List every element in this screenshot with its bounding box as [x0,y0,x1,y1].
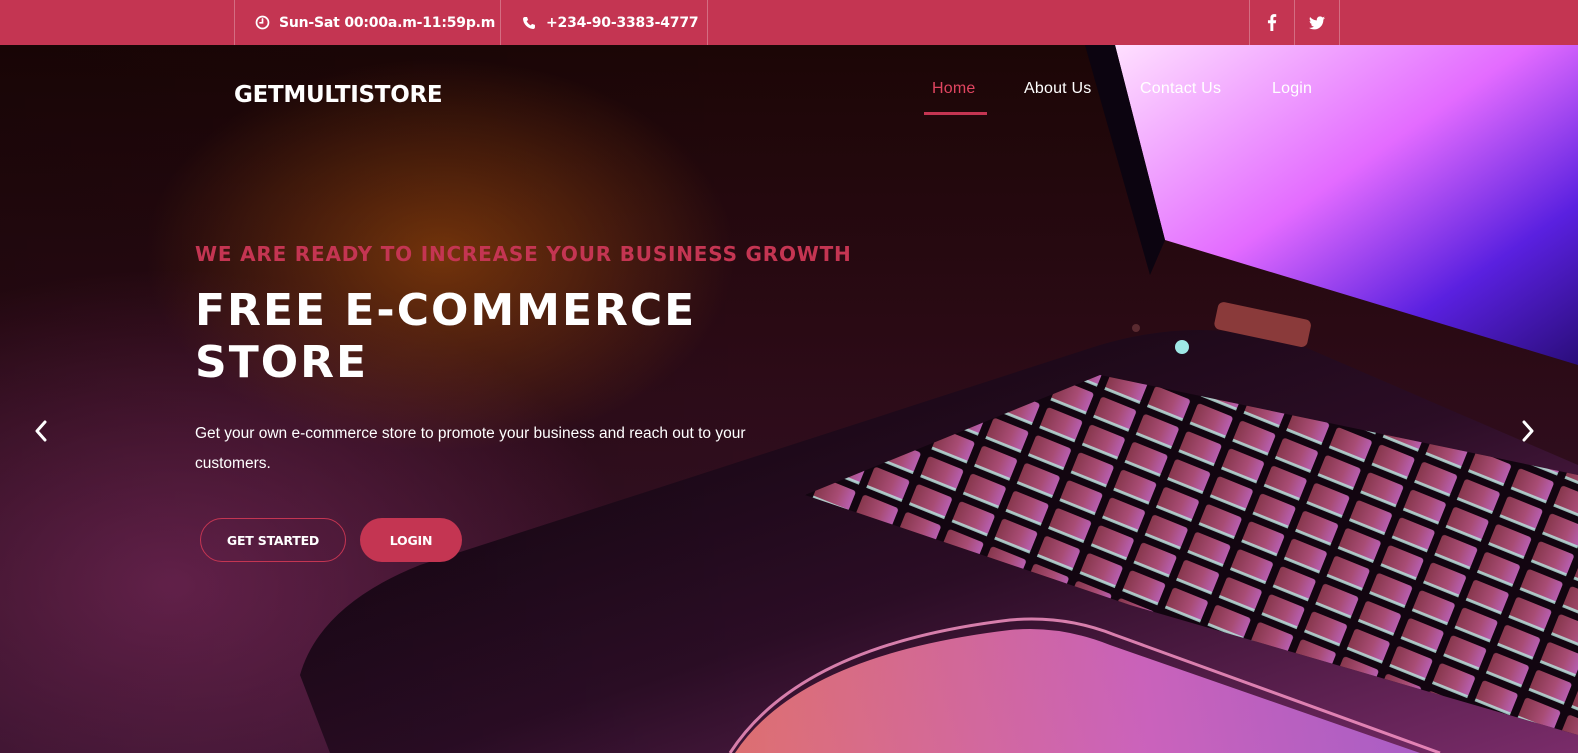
login-button[interactable]: LOGIN [360,518,462,562]
twitter-link[interactable] [1294,0,1340,45]
hero-eyebrow: WE ARE READY TO INCREASE YOUR BUSINESS G… [195,242,852,266]
phone-number[interactable]: +234-90-3383-4777 [500,0,708,45]
nav-contact-us[interactable]: Contact Us [1140,80,1221,98]
hero-headline-line-2: STORE [195,337,369,388]
chevron-left-icon [35,420,47,442]
facebook-link[interactable] [1249,0,1294,45]
slider-prev-button[interactable] [27,417,55,445]
chevron-right-icon [1522,420,1534,442]
facebook-icon [1267,14,1277,31]
get-started-button[interactable]: GET STARTED [200,518,346,562]
hero-slider: GETMULTISTORE Home About Us Contact Us L… [0,45,1578,753]
top-info-bar: Sun-Sat 00:00a.m-11:59p.m +234-90-3383-4… [0,0,1578,45]
slider-next-button[interactable] [1514,417,1542,445]
clock-icon [255,15,270,30]
twitter-icon [1309,15,1325,29]
laptop-hero-image [0,45,1578,753]
phone-number-text: +234-90-3383-4777 [546,14,699,31]
nav-login[interactable]: Login [1272,80,1312,98]
hero-description: Get your own e-commerce store to promote… [195,425,746,472]
hero-headline: FREE E-COMMERCE STORE [195,285,755,389]
opening-hours-text: Sun-Sat 00:00a.m-11:59p.m [279,14,496,31]
nav-home[interactable]: Home [932,80,975,98]
phone-icon [523,16,535,29]
nav-active-indicator [924,112,987,115]
opening-hours: Sun-Sat 00:00a.m-11:59p.m [234,0,500,45]
main-nav: Home About Us Contact Us Login [0,80,1578,120]
hero-headline-line-1: FREE E-COMMERCE [195,285,697,336]
nav-about-us[interactable]: About Us [1024,80,1091,98]
